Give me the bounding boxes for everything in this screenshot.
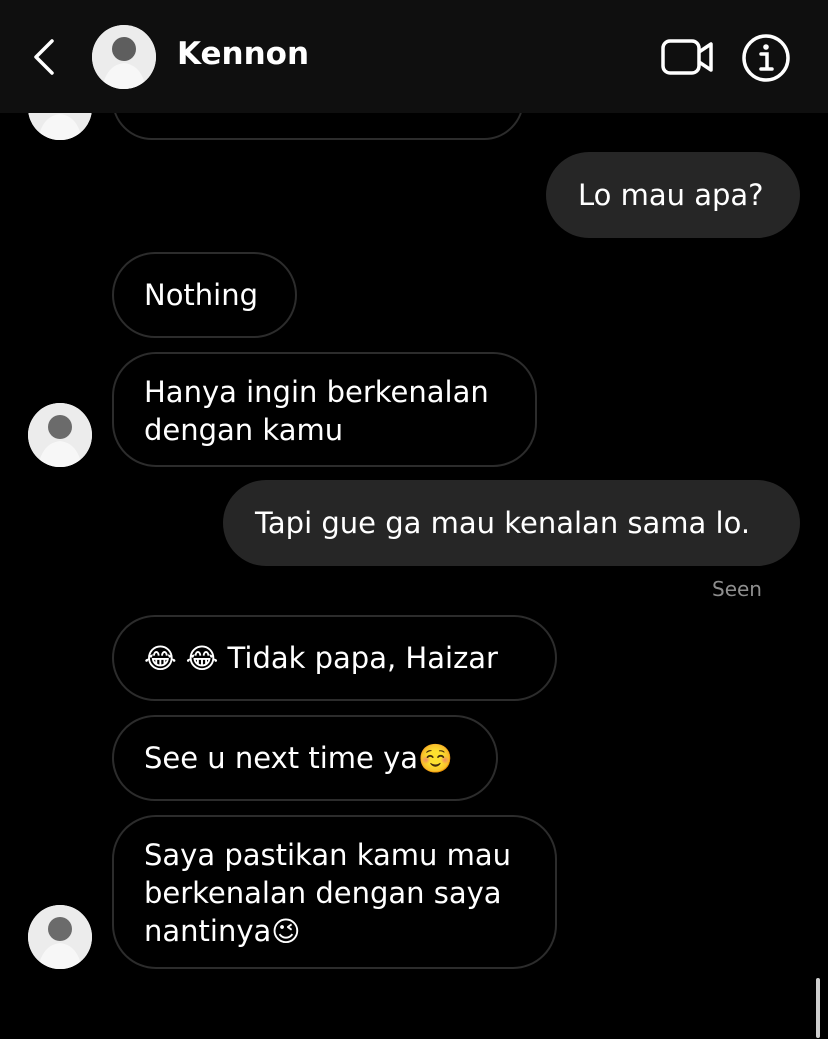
incoming-message[interactable]: Saya pastikan kamu mau berkenalan dengan… (112, 815, 557, 969)
message-text-line: berkenalan dengan saya (144, 876, 502, 910)
incoming-message[interactable]: Nothing (112, 252, 297, 338)
message-text: See u next time ya (144, 741, 419, 775)
seen-status: Seen (712, 577, 762, 601)
outgoing-message[interactable]: Lo mau apa? (546, 152, 800, 238)
incoming-message[interactable]: See u next time ya☺️ (112, 715, 498, 801)
smiling-emoji: ☺️ (418, 742, 453, 775)
header-avatar[interactable] (92, 25, 156, 89)
video-call-button[interactable] (660, 36, 714, 78)
info-button[interactable] (740, 32, 792, 84)
message-text-line: nantinya (144, 914, 272, 948)
winking-emoji: 😉 (271, 915, 301, 948)
message-text: Tapi gue ga mau kenalan sama lo. (255, 506, 751, 540)
contact-name[interactable]: Kennon (177, 36, 309, 72)
back-button[interactable] (24, 35, 64, 79)
contact-avatar (28, 403, 92, 467)
message-text: Tidak papa, Haizar (218, 641, 498, 675)
info-icon (742, 34, 790, 82)
chevron-left-icon (34, 39, 54, 75)
video-camera-icon (661, 39, 713, 75)
incoming-message[interactable]: Hanya ingin berkenalan dengan kamu (112, 352, 537, 467)
message-text: Lo mau apa? (578, 178, 764, 212)
incoming-message[interactable]: 😂 😂 Tidak papa, Haizar (112, 615, 557, 701)
message-text-line: Saya pastikan kamu mau (144, 838, 512, 872)
message-text-line: dengan kamu (144, 413, 344, 447)
message-text-line: Hanya ingin berkenalan (144, 375, 489, 409)
contact-avatar (28, 905, 92, 969)
message-text: Nothing (144, 278, 259, 312)
chat-header: Kennon (0, 0, 828, 113)
laughing-emoji: 😂 😂 (144, 642, 219, 675)
scrollbar[interactable] (816, 978, 820, 1038)
outgoing-message[interactable]: Tapi gue ga mau kenalan sama lo. (223, 480, 800, 566)
